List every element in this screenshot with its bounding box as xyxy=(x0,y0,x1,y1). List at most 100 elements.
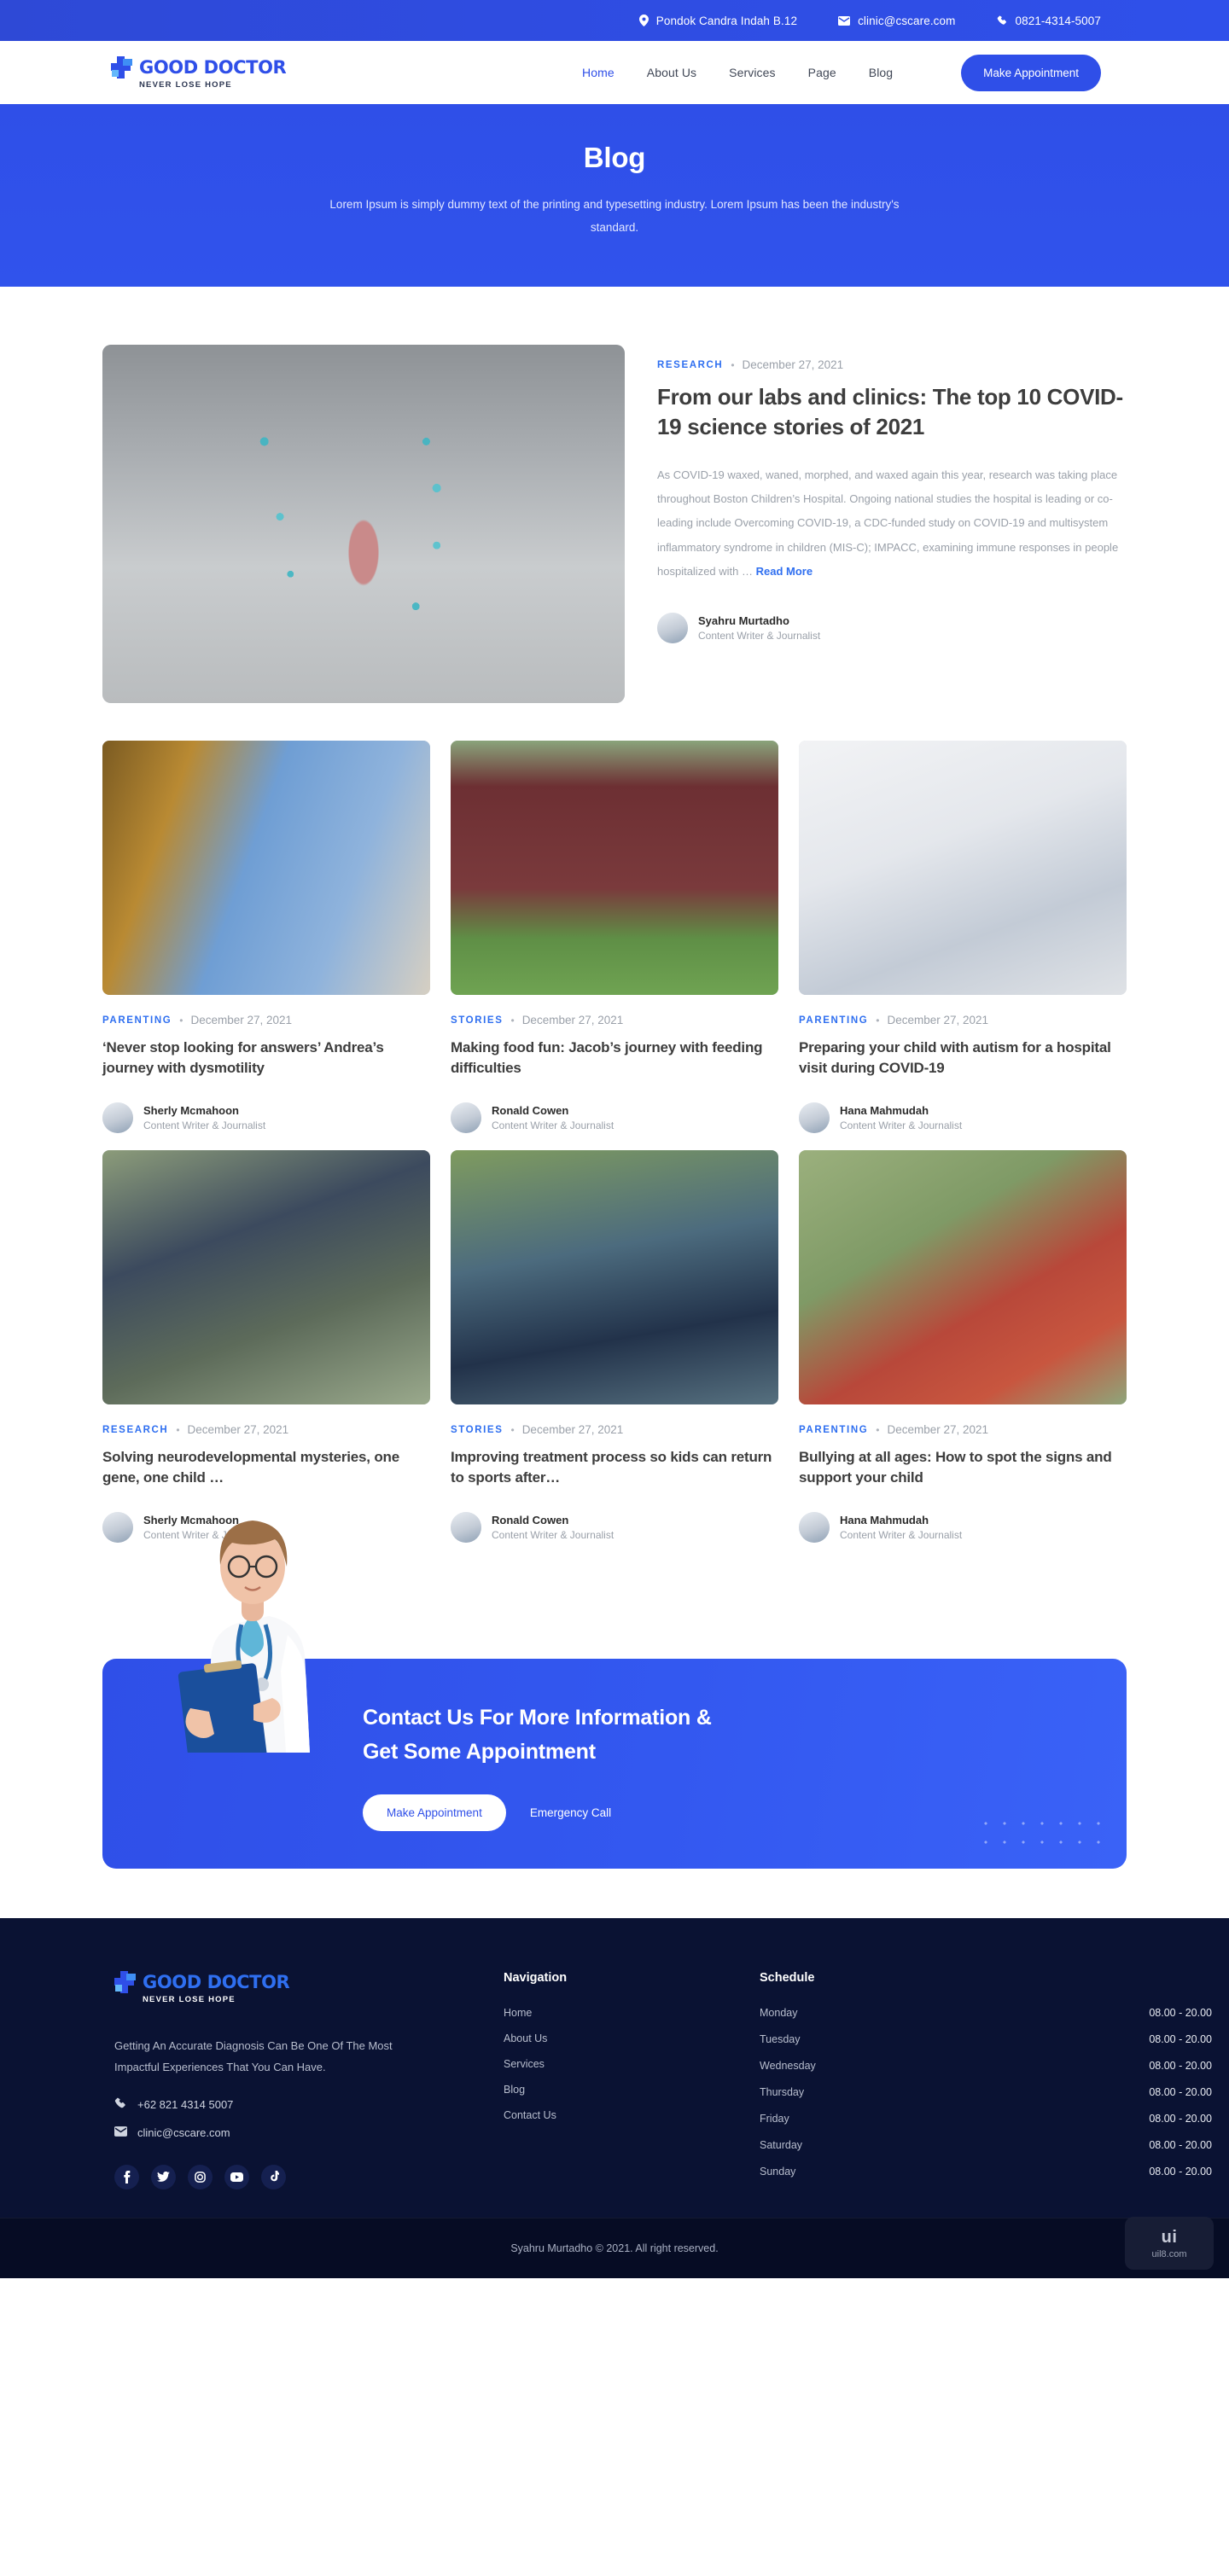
post-card[interactable]: PARENTING • December 27, 2021 ‘Never sto… xyxy=(102,741,430,1133)
nav-item-home[interactable]: Home xyxy=(582,66,614,79)
youtube-icon[interactable] xyxy=(224,2164,249,2189)
post-category-badge[interactable]: PARENTING xyxy=(799,1425,868,1435)
twitter-icon[interactable] xyxy=(151,2164,176,2189)
post-card-image[interactable] xyxy=(799,741,1127,995)
post-card-title[interactable]: Making food fun: Jacob’s journey with fe… xyxy=(451,1038,778,1080)
phone-icon xyxy=(997,15,1008,26)
avatar xyxy=(102,1102,133,1133)
schedule-day: Monday xyxy=(760,2007,798,2019)
footer-schedule-heading: Schedule xyxy=(760,1971,815,1985)
footer-nav-services[interactable]: Services xyxy=(504,2058,760,2070)
facebook-icon[interactable] xyxy=(114,2164,139,2189)
page-hero: Blog Lorem Ipsum is simply dummy text of… xyxy=(0,104,1229,287)
decorative-dot-grid xyxy=(976,1814,1104,1853)
post-author: Ronald Cowen Content Writer & Journalist xyxy=(451,1512,778,1543)
post-card[interactable]: STORIES • December 27, 2021 Improving tr… xyxy=(451,1150,778,1543)
nav-item-blog[interactable]: Blog xyxy=(869,66,893,79)
post-card[interactable]: PARENTING • December 27, 2021 Bullying a… xyxy=(799,1150,1127,1543)
topbar-email[interactable]: clinic@cscare.com xyxy=(838,15,955,27)
topbar-phone[interactable]: 0821-4314-5007 xyxy=(997,15,1102,27)
featured-excerpt-text: As COVID-19 waxed, waned, morphed, and w… xyxy=(657,468,1119,579)
featured-post-meta: RESEARCH • December 27, 2021 xyxy=(657,358,1127,371)
logo-wordmark: GOOD DOCTOR xyxy=(139,56,287,78)
medical-cross-logo-icon xyxy=(114,1971,137,1993)
author-role: Content Writer & Journalist xyxy=(840,1119,963,1131)
logo-top-row: GOOD DOCTOR xyxy=(114,1971,504,1993)
featured-post[interactable]: RESEARCH • December 27, 2021 From our la… xyxy=(102,287,1127,703)
footer-description: Getting An Accurate Diagnosis Can Be One… xyxy=(114,2039,393,2074)
post-author: Hana Mahmudah Content Writer & Journalis… xyxy=(799,1512,1127,1543)
footer-logo-wordmark: GOOD DOCTOR xyxy=(143,1972,290,1992)
featured-post-body: RESEARCH • December 27, 2021 From our la… xyxy=(657,345,1127,703)
post-card-image[interactable] xyxy=(451,1150,778,1404)
featured-post-image[interactable] xyxy=(102,345,625,703)
post-card-image[interactable] xyxy=(102,1150,430,1404)
make-appointment-button[interactable]: Make Appointment xyxy=(961,54,1101,91)
post-card-image[interactable] xyxy=(451,741,778,995)
copyright-text: Syahru Murtadho © 2021. All right reserv… xyxy=(510,2242,719,2254)
envelope-icon xyxy=(838,15,851,26)
read-more-link[interactable]: Read More xyxy=(756,565,813,578)
schedule-day: Wednesday xyxy=(760,2060,816,2072)
footer-columns: GOOD DOCTOR NEVER LOSE HOPE Getting An A… xyxy=(102,1971,1212,2192)
footer-nav-home[interactable]: Home xyxy=(504,2007,760,2019)
post-author-info: Sherly Mcmahoon Content Writer & Journal… xyxy=(143,1104,265,1131)
post-category-badge[interactable]: STORIES xyxy=(451,1425,503,1435)
nav-item-services[interactable]: Services xyxy=(729,66,775,79)
avatar xyxy=(657,613,688,644)
post-date: December 27, 2021 xyxy=(887,1423,989,1436)
post-card-title[interactable]: Bullying at all ages: How to spot the si… xyxy=(799,1447,1127,1490)
author-name: Hana Mahmudah xyxy=(840,1514,929,1526)
topbar-address: Pondok Candra Indah B.12 xyxy=(638,14,798,27)
post-card-title[interactable]: Improving treatment process so kids can … xyxy=(451,1447,778,1490)
schedule-day: Friday xyxy=(760,2113,789,2125)
logo-tagline: NEVER LOSE HOPE xyxy=(139,79,232,90)
footer-logo[interactable]: GOOD DOCTOR NEVER LOSE HOPE xyxy=(114,1971,504,2004)
meta-separator-dot: • xyxy=(876,1014,880,1026)
post-card[interactable]: PARENTING • December 27, 2021 Preparing … xyxy=(799,741,1127,1133)
avatar xyxy=(102,1512,133,1543)
tiktok-icon[interactable] xyxy=(261,2164,286,2189)
cta-emergency-call-link[interactable]: Emergency Call xyxy=(530,1806,611,1819)
post-category-badge[interactable]: RESEARCH xyxy=(102,1425,168,1435)
footer-phone[interactable]: +62 821 4314 5007 xyxy=(114,2097,504,2113)
schedule-day: Saturday xyxy=(760,2139,803,2151)
cta-make-appointment-button[interactable]: Make Appointment xyxy=(363,1794,506,1831)
post-category-badge[interactable]: PARENTING xyxy=(102,1015,172,1026)
avatar xyxy=(799,1102,830,1133)
nav-item-about-us[interactable]: About Us xyxy=(647,66,696,79)
footer-nav-blog[interactable]: Blog xyxy=(504,2084,760,2096)
meta-separator-dot: • xyxy=(176,1423,180,1436)
post-card[interactable]: STORIES • December 27, 2021 Making food … xyxy=(451,741,778,1133)
post-author-info: Ronald Cowen Content Writer & Journalist xyxy=(492,1514,614,1541)
featured-post-title[interactable]: From our labs and clinics: The top 10 CO… xyxy=(657,382,1127,443)
footer-nav-contact-us[interactable]: Contact Us xyxy=(504,2109,760,2121)
logo[interactable]: GOOD DOCTOR NEVER LOSE HOPE xyxy=(111,55,287,90)
avatar xyxy=(799,1512,830,1543)
footer-email[interactable]: clinic@cscare.com xyxy=(114,2126,504,2139)
footer-logo-tagline: NEVER LOSE HOPE xyxy=(143,1995,236,2004)
featured-date: December 27, 2021 xyxy=(742,358,844,371)
schedule-hours: 08.00 - 20.00 xyxy=(1149,2113,1212,2125)
featured-category-badge[interactable]: RESEARCH xyxy=(657,360,723,370)
topbar-phone-text: 0821-4314-5007 xyxy=(1015,14,1101,27)
post-category-badge[interactable]: PARENTING xyxy=(799,1015,868,1026)
topbar-address-text: Pondok Candra Indah B.12 xyxy=(655,14,798,27)
post-date: December 27, 2021 xyxy=(887,1014,989,1026)
footer-nav-about-us[interactable]: About Us xyxy=(504,2032,760,2044)
post-card-title[interactable]: Preparing your child with autism for a h… xyxy=(799,1038,1127,1080)
meta-separator-dot: • xyxy=(731,358,735,371)
post-card-title[interactable]: ‘Never stop looking for answers’ Andrea’… xyxy=(102,1038,430,1080)
page-subtitle: Lorem Ipsum is simply dummy text of the … xyxy=(329,198,900,234)
author-role: Content Writer & Journalist xyxy=(840,1529,963,1541)
post-category-badge[interactable]: STORIES xyxy=(451,1015,503,1026)
schedule-hours: 08.00 - 20.00 xyxy=(1149,2166,1212,2178)
instagram-icon[interactable] xyxy=(188,2164,213,2189)
post-card-image[interactable] xyxy=(799,1150,1127,1404)
schedule-day: Sunday xyxy=(760,2166,796,2178)
schedule-row: Tuesday 08.00 - 20.00 xyxy=(760,2033,1212,2045)
schedule-row: Thursday 08.00 - 20.00 xyxy=(760,2086,1212,2098)
post-card-meta: STORIES • December 27, 2021 xyxy=(451,1014,778,1026)
nav-item-page[interactable]: Page xyxy=(808,66,836,79)
post-card-image[interactable] xyxy=(102,741,430,995)
